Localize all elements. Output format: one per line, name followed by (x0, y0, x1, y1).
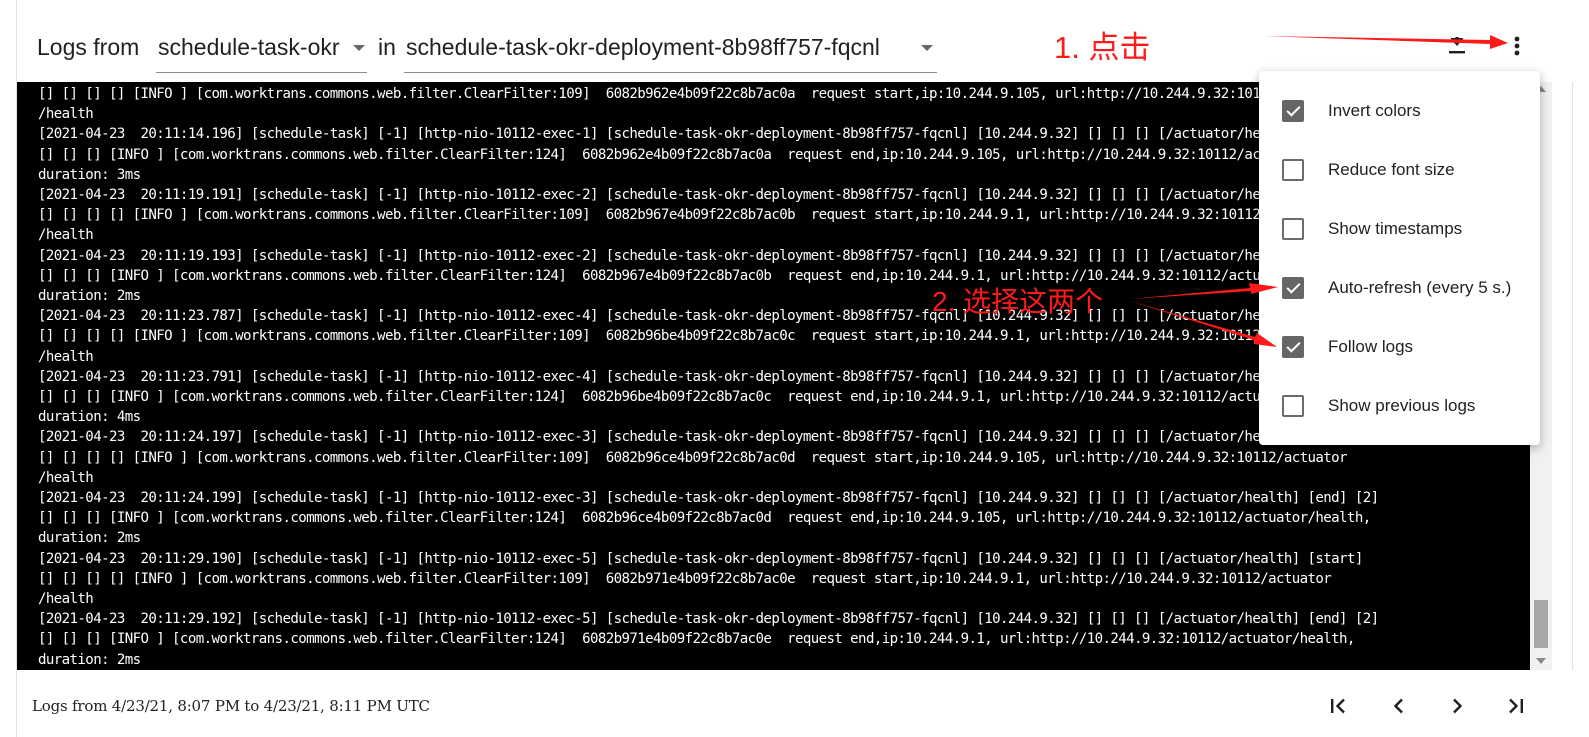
first-page-button[interactable] (1322, 690, 1354, 722)
log-line: /health (38, 591, 94, 607)
previous-page-button[interactable] (1383, 690, 1415, 722)
log-line: [] [] [] [INFO ] [com.worktrans.commons.… (38, 267, 1355, 284)
menu-item-follow-logs[interactable]: Follow logs (1259, 317, 1540, 376)
last-page-icon (1509, 698, 1523, 714)
log-line: [] [] [] [] [INFO ] [com.worktrans.commo… (38, 86, 1348, 102)
menu-item-label: Show previous logs (1328, 396, 1476, 415)
log-line: [2021-04-23 20:11:19.191] [schedule-task… (38, 187, 1363, 203)
menu-item-auto-refresh[interactable]: Auto-refresh (every 5 s.) (1259, 258, 1540, 317)
log-line: [2021-04-23 20:11:14.196] [schedule-task… (38, 126, 1379, 143)
download-button[interactable] (1439, 29, 1475, 65)
log-line: [] [] [] [INFO ] [com.worktrans.commons.… (38, 631, 1355, 648)
in-label: in (378, 34, 396, 60)
log-line: duration: 2ms (38, 530, 141, 547)
log-line: [2021-04-23 20:11:24.199] [schedule-task… (38, 490, 1379, 506)
log-line: duration: 2ms (38, 651, 141, 668)
pod-select-value: schedule-task-okr-deployment-8b98ff757-f… (406, 34, 880, 60)
log-line: [] [] [] [] [INFO ] [com.worktrans.commo… (38, 207, 1332, 224)
logs-from-label: Logs from (37, 34, 140, 60)
pod-select[interactable]: schedule-task-okr-deployment-8b98ff757-f… (404, 29, 937, 73)
log-line: [] [] [] [] [INFO ] [com.worktrans.commo… (38, 328, 1332, 345)
annotation-step-2: 2. 选择这两个 (932, 286, 1104, 317)
annotation-step-1: 1. 点击 (1054, 30, 1151, 65)
log-line: [] [] [] [INFO ] [com.worktrans.commons.… (38, 389, 1355, 405)
container-select[interactable]: schedule-task-okr (156, 29, 367, 73)
more-options-button[interactable] (1499, 28, 1535, 64)
checkbox-auto-refresh[interactable] (1282, 277, 1304, 299)
log-line: [2021-04-23 20:11:19.193] [schedule-task… (38, 247, 1379, 264)
log-line: [] [] [] [INFO ] [com.worktrans.commons.… (38, 510, 1371, 527)
checkbox-show-previous-logs[interactable] (1282, 395, 1304, 417)
menu-item-label: Reduce font size (1328, 160, 1455, 179)
download-icon (1449, 37, 1465, 54)
chevron-down-icon (353, 45, 365, 51)
chevron-down-icon (921, 45, 933, 51)
log-line: /health (38, 348, 94, 365)
logs-footer: Logs from 4/23/21, 8:07 PM to 4/23/21, 8… (17, 670, 1574, 737)
log-line: [2021-04-23 20:11:29.190] [schedule-task… (38, 550, 1363, 567)
checkbox-show-timestamps[interactable] (1282, 218, 1304, 240)
checkbox-reduce-font-size[interactable] (1282, 159, 1304, 181)
log-range-text: Logs from 4/23/21, 8:07 PM to 4/23/21, 8… (32, 697, 430, 715)
log-line: /health (38, 469, 94, 486)
log-line: /health (38, 227, 94, 244)
more-vert-icon (1514, 36, 1520, 56)
log-line: [] [] [] [] [INFO ] [com.worktrans.commo… (38, 570, 1332, 587)
chevron-left-icon (1393, 698, 1403, 714)
menu-item-show-timestamps[interactable]: Show timestamps (1259, 199, 1540, 258)
log-line: [2021-04-23 20:11:24.197] [schedule-task… (38, 429, 1363, 446)
log-line: [2021-04-23 20:11:23.787] [schedule-task… (38, 308, 1363, 325)
log-line: [2021-04-23 20:11:29.192] [schedule-task… (38, 611, 1379, 628)
menu-item-label: Invert colors (1328, 101, 1421, 120)
menu-item-label: Auto-refresh (every 5 s.) (1328, 278, 1512, 297)
scrollbar-thumb[interactable] (1534, 600, 1548, 648)
log-line: [] [] [] [] [INFO ] [com.worktrans.commo… (38, 449, 1348, 466)
menu-item-reduce-font-size[interactable]: Reduce font size (1259, 140, 1540, 199)
log-line: duration: 4ms (38, 409, 141, 426)
last-page-button[interactable] (1500, 690, 1532, 722)
log-line: duration: 3ms (38, 166, 141, 183)
logs-header: Logs from schedule-task-okr in schedule-… (17, 0, 1574, 82)
menu-item-invert-colors[interactable]: Invert colors (1259, 81, 1540, 140)
checkbox-invert-colors[interactable] (1282, 100, 1304, 122)
log-line: duration: 2ms (38, 288, 141, 304)
next-page-button[interactable] (1441, 690, 1473, 722)
scroll-down-icon[interactable] (1536, 658, 1546, 664)
menu-item-label: Show timestamps (1328, 219, 1463, 238)
menu-item-label: Follow logs (1328, 337, 1414, 356)
checkbox-follow-logs[interactable] (1282, 336, 1304, 358)
log-options-menu: Invert colors Reduce font size Show time… (1259, 71, 1540, 445)
chevron-right-icon (1453, 698, 1463, 714)
log-line: [] [] [] [INFO ] [com.worktrans.commons.… (38, 146, 1371, 163)
log-line: [2021-04-23 20:11:23.791] [schedule-task… (38, 368, 1379, 385)
menu-item-show-previous-logs[interactable]: Show previous logs (1259, 376, 1540, 435)
container-select-value: schedule-task-okr (158, 34, 340, 60)
log-line: /health (38, 106, 94, 123)
first-page-icon (1331, 698, 1345, 714)
